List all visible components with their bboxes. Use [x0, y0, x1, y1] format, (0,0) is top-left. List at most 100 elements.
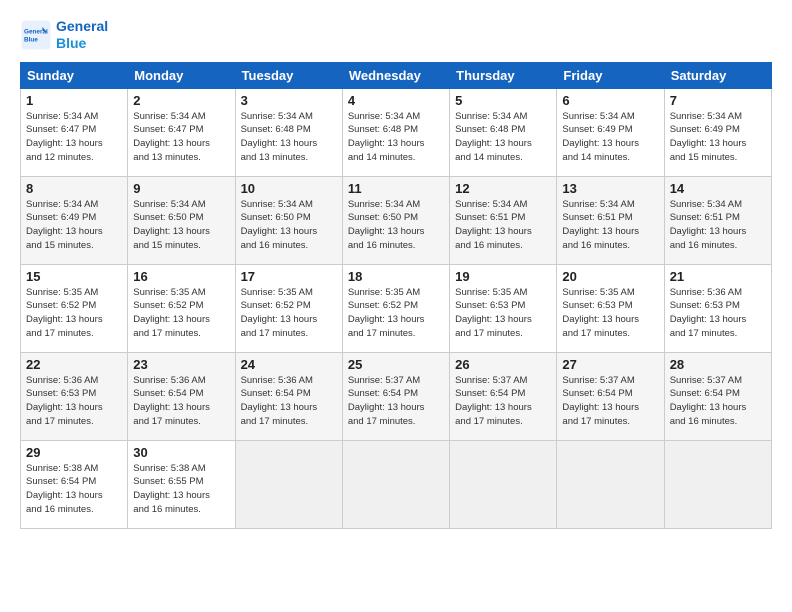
- day-number: 11: [348, 181, 444, 196]
- day-number: 12: [455, 181, 551, 196]
- calendar-cell: 3 Sunrise: 5:34 AM Sunset: 6:48 PM Daylig…: [235, 88, 342, 176]
- calendar-cell: 22Sunrise: 5:36 AM Sunset: 6:53 PM Dayli…: [21, 352, 128, 440]
- day-info: Sunrise: 5:38 AM Sunset: 6:55 PM Dayligh…: [133, 462, 229, 517]
- day-number: 30: [133, 445, 229, 460]
- day-number: 21: [670, 269, 766, 284]
- calendar-cell: 26 Sunrise: 5:37 AM Sunset: 6:54 PM Dayli…: [450, 352, 557, 440]
- day-info: Sunrise: 5:34 AM Sunset: 6:50 PM Dayligh…: [241, 198, 337, 253]
- day-number: 5: [455, 93, 551, 108]
- calendar-cell: 23Sunrise: 5:36 AM Sunset: 6:54 PM Dayli…: [128, 352, 235, 440]
- calendar-cell: 15 Sunrise: 5:35 AM Sunset: 6:52 PM Dayli…: [21, 264, 128, 352]
- day-info: Sunrise: 5:36 AM Sunset: 6:54 PM Dayligh…: [133, 374, 229, 429]
- day-info: Sunrise: 5:34 AM Sunset: 6:49 PM Dayligh…: [562, 110, 658, 165]
- calendar-cell: 29Sunrise: 5:38 AM Sunset: 6:54 PM Dayli…: [21, 440, 128, 528]
- day-number: 13: [562, 181, 658, 196]
- weekday-header-saturday: Saturday: [664, 62, 771, 88]
- weekday-header-tuesday: Tuesday: [235, 62, 342, 88]
- calendar-cell: 7 Sunrise: 5:34 AM Sunset: 6:49 PM Daylig…: [664, 88, 771, 176]
- week-row-1: 1 Sunrise: 5:34 AM Sunset: 6:47 PM Daylig…: [21, 88, 772, 176]
- day-number: 1: [26, 93, 122, 108]
- day-info: Sunrise: 5:34 AM Sunset: 6:51 PM Dayligh…: [670, 198, 766, 253]
- day-number: 3: [241, 93, 337, 108]
- day-number: 25: [348, 357, 444, 372]
- day-number: 4: [348, 93, 444, 108]
- day-info: Sunrise: 5:37 AM Sunset: 6:54 PM Dayligh…: [455, 374, 551, 429]
- day-info: Sunrise: 5:34 AM Sunset: 6:50 PM Dayligh…: [348, 198, 444, 253]
- weekday-header-thursday: Thursday: [450, 62, 557, 88]
- week-row-3: 15 Sunrise: 5:35 AM Sunset: 6:52 PM Dayli…: [21, 264, 772, 352]
- calendar-cell: 8 Sunrise: 5:34 AM Sunset: 6:49 PM Daylig…: [21, 176, 128, 264]
- day-info: Sunrise: 5:34 AM Sunset: 6:48 PM Dayligh…: [241, 110, 337, 165]
- day-info: Sunrise: 5:34 AM Sunset: 6:47 PM Dayligh…: [133, 110, 229, 165]
- day-number: 26: [455, 357, 551, 372]
- header: General Blue GeneralBlue: [20, 18, 772, 52]
- logo-icon: General Blue: [20, 19, 52, 51]
- weekday-header-friday: Friday: [557, 62, 664, 88]
- day-number: 10: [241, 181, 337, 196]
- calendar-cell: 20 Sunrise: 5:35 AM Sunset: 6:53 PM Dayli…: [557, 264, 664, 352]
- calendar-cell: 30 Sunrise: 5:38 AM Sunset: 6:55 PM Dayli…: [128, 440, 235, 528]
- day-number: 6: [562, 93, 658, 108]
- day-info: Sunrise: 5:34 AM Sunset: 6:51 PM Dayligh…: [455, 198, 551, 253]
- day-number: 16: [133, 269, 229, 284]
- day-number: 7: [670, 93, 766, 108]
- calendar-cell: [450, 440, 557, 528]
- calendar-cell: 10 Sunrise: 5:34 AM Sunset: 6:50 PM Dayli…: [235, 176, 342, 264]
- weekday-header-row: SundayMondayTuesdayWednesdayThursdayFrid…: [21, 62, 772, 88]
- calendar-page: General Blue GeneralBlue SundayMondayTue…: [0, 0, 792, 612]
- calendar-cell: [342, 440, 449, 528]
- day-number: 15: [26, 269, 122, 284]
- calendar-cell: [557, 440, 664, 528]
- day-info: Sunrise: 5:35 AM Sunset: 6:52 PM Dayligh…: [133, 286, 229, 341]
- day-info: Sunrise: 5:35 AM Sunset: 6:52 PM Dayligh…: [26, 286, 122, 341]
- calendar-cell: 28 Sunrise: 5:37 AM Sunset: 6:54 PM Dayli…: [664, 352, 771, 440]
- calendar-cell: 11 Sunrise: 5:34 AM Sunset: 6:50 PM Dayli…: [342, 176, 449, 264]
- day-number: 18: [348, 269, 444, 284]
- calendar-cell: 2 Sunrise: 5:34 AM Sunset: 6:47 PM Daylig…: [128, 88, 235, 176]
- calendar-cell: 25 Sunrise: 5:37 AM Sunset: 6:54 PM Dayli…: [342, 352, 449, 440]
- day-number: 2: [133, 93, 229, 108]
- calendar-cell: 13 Sunrise: 5:34 AM Sunset: 6:51 PM Dayli…: [557, 176, 664, 264]
- day-number: 17: [241, 269, 337, 284]
- weekday-header-monday: Monday: [128, 62, 235, 88]
- day-number: 9: [133, 181, 229, 196]
- day-number: 27: [562, 357, 658, 372]
- day-number: 29: [26, 445, 122, 460]
- calendar-cell: 9Sunrise: 5:34 AM Sunset: 6:50 PM Daylig…: [128, 176, 235, 264]
- calendar-cell: 12 Sunrise: 5:34 AM Sunset: 6:51 PM Dayli…: [450, 176, 557, 264]
- day-info: Sunrise: 5:35 AM Sunset: 6:53 PM Dayligh…: [562, 286, 658, 341]
- calendar-cell: 6 Sunrise: 5:34 AM Sunset: 6:49 PM Daylig…: [557, 88, 664, 176]
- calendar-cell: [235, 440, 342, 528]
- logo-text: GeneralBlue: [56, 18, 108, 52]
- logo: General Blue GeneralBlue: [20, 18, 108, 52]
- svg-text:Blue: Blue: [24, 36, 38, 43]
- day-info: Sunrise: 5:35 AM Sunset: 6:52 PM Dayligh…: [348, 286, 444, 341]
- calendar-table: SundayMondayTuesdayWednesdayThursdayFrid…: [20, 62, 772, 529]
- day-number: 24: [241, 357, 337, 372]
- calendar-cell: 14 Sunrise: 5:34 AM Sunset: 6:51 PM Dayli…: [664, 176, 771, 264]
- day-info: Sunrise: 5:35 AM Sunset: 6:52 PM Dayligh…: [241, 286, 337, 341]
- calendar-cell: 27 Sunrise: 5:37 AM Sunset: 6:54 PM Dayli…: [557, 352, 664, 440]
- day-number: 28: [670, 357, 766, 372]
- day-info: Sunrise: 5:37 AM Sunset: 6:54 PM Dayligh…: [348, 374, 444, 429]
- calendar-cell: 17 Sunrise: 5:35 AM Sunset: 6:52 PM Dayli…: [235, 264, 342, 352]
- day-info: Sunrise: 5:37 AM Sunset: 6:54 PM Dayligh…: [562, 374, 658, 429]
- week-row-2: 8 Sunrise: 5:34 AM Sunset: 6:49 PM Daylig…: [21, 176, 772, 264]
- day-info: Sunrise: 5:37 AM Sunset: 6:54 PM Dayligh…: [670, 374, 766, 429]
- day-info: Sunrise: 5:34 AM Sunset: 6:51 PM Dayligh…: [562, 198, 658, 253]
- day-number: 14: [670, 181, 766, 196]
- calendar-cell: 4 Sunrise: 5:34 AM Sunset: 6:48 PM Daylig…: [342, 88, 449, 176]
- day-number: 22: [26, 357, 122, 372]
- day-number: 20: [562, 269, 658, 284]
- day-info: Sunrise: 5:34 AM Sunset: 6:49 PM Dayligh…: [670, 110, 766, 165]
- day-info: Sunrise: 5:34 AM Sunset: 6:48 PM Dayligh…: [455, 110, 551, 165]
- day-info: Sunrise: 5:36 AM Sunset: 6:54 PM Dayligh…: [241, 374, 337, 429]
- calendar-cell: [664, 440, 771, 528]
- weekday-header-sunday: Sunday: [21, 62, 128, 88]
- day-info: Sunrise: 5:34 AM Sunset: 6:47 PM Dayligh…: [26, 110, 122, 165]
- day-info: Sunrise: 5:34 AM Sunset: 6:48 PM Dayligh…: [348, 110, 444, 165]
- calendar-cell: 21Sunrise: 5:36 AM Sunset: 6:53 PM Dayli…: [664, 264, 771, 352]
- day-number: 19: [455, 269, 551, 284]
- day-number: 8: [26, 181, 122, 196]
- day-info: Sunrise: 5:34 AM Sunset: 6:49 PM Dayligh…: [26, 198, 122, 253]
